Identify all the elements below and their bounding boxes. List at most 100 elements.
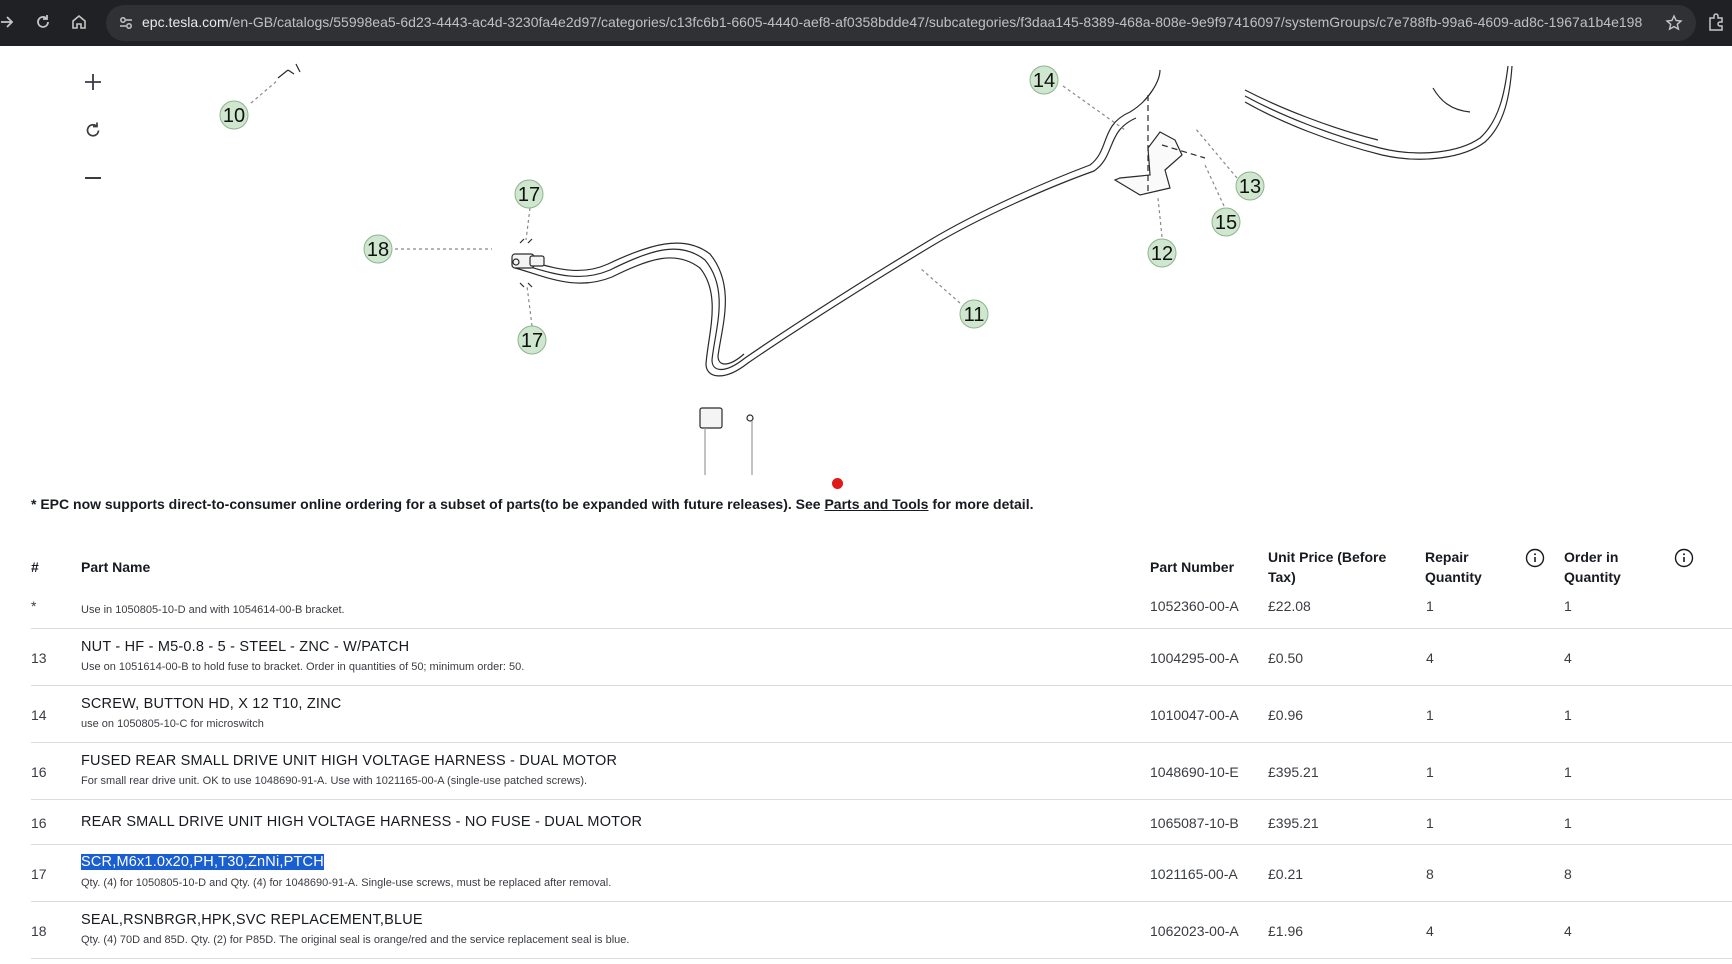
table-row[interactable]: * Use in 1050805-10-D and with 1054614-0… bbox=[31, 596, 1732, 629]
bookmark-button[interactable] bbox=[1664, 13, 1684, 33]
repair-qty: 4 bbox=[1426, 650, 1434, 666]
order-qty[interactable]: 4 bbox=[1564, 923, 1572, 939]
unit-price: £0.96 bbox=[1268, 707, 1304, 723]
unit-price: £395.21 bbox=[1268, 815, 1319, 831]
svg-text:13: 13 bbox=[1239, 176, 1261, 198]
svg-text:17: 17 bbox=[518, 184, 540, 206]
order-qty[interactable]: 1 bbox=[1564, 764, 1572, 780]
harness-cable bbox=[514, 69, 1161, 371]
harness-cable bbox=[1244, 65, 1513, 160]
part-number[interactable]: 1021165-00-A bbox=[1150, 866, 1238, 882]
col-header-unit-price: Unit Price (Before Tax) bbox=[1268, 547, 1386, 587]
reload-icon bbox=[37, 15, 49, 28]
svg-text:17: 17 bbox=[521, 330, 543, 352]
part-number[interactable]: 1004295-00-A bbox=[1150, 650, 1239, 666]
unit-price: £1.96 bbox=[1268, 923, 1304, 939]
browser-toolbar: epc.tesla.com/en-GB/catalogs/55998ea5-6d… bbox=[0, 0, 1732, 46]
fastener bbox=[277, 63, 301, 79]
row-num: 16 bbox=[31, 815, 47, 831]
part-name: FUSED REAR SMALL DRIVE UNIT HIGH VOLTAGE… bbox=[81, 753, 618, 769]
repair-qty: 1 bbox=[1426, 815, 1434, 831]
order-qty[interactable]: 1 bbox=[1564, 707, 1572, 723]
col-header-num: # bbox=[31, 559, 39, 575]
table-row[interactable]: 13 NUT - HF - M5-0.8 - 5 - STEEL - ZNC -… bbox=[31, 629, 1732, 686]
svg-text:11: 11 bbox=[964, 304, 985, 326]
part-description: Use on 1051614-00-B to hold fuse to brac… bbox=[81, 661, 525, 673]
order-qty[interactable]: 4 bbox=[1564, 650, 1572, 666]
callout-10[interactable]: 10 bbox=[219, 100, 249, 130]
part-description: use on 1050805-10-C for microswitch bbox=[81, 718, 264, 730]
harness-cable bbox=[514, 117, 1137, 377]
callout-11[interactable]: 11 bbox=[959, 299, 989, 329]
parts-diagram[interactable]: 10 14 13 15 12 17 18 17 11 bbox=[0, 46, 1732, 476]
cursor-marker bbox=[832, 478, 843, 489]
col-header-order-qty: Order in Quantity bbox=[1564, 547, 1621, 587]
table-row[interactable]: 17 SCR,M6x1.0x20,PH,T30,ZnNi,PTCH Qty. (… bbox=[31, 845, 1732, 902]
puzzle-icon bbox=[1709, 13, 1723, 31]
notice-text-before: * EPC now supports direct-to-consumer on… bbox=[31, 496, 825, 512]
forward-button[interactable] bbox=[0, 7, 22, 37]
repair-qty: 4 bbox=[1426, 923, 1434, 939]
part-number[interactable]: 1048690-10-E bbox=[1150, 764, 1239, 780]
part-number[interactable]: 1010047-00-A bbox=[1150, 707, 1239, 723]
parts-table-body: * Use in 1050805-10-D and with 1054614-0… bbox=[0, 596, 1732, 964]
callout-15[interactable]: 15 bbox=[1211, 207, 1241, 237]
row-num: 18 bbox=[31, 923, 47, 939]
callout-17[interactable]: 17 bbox=[517, 325, 547, 355]
notice-text-after: for more detail. bbox=[928, 496, 1034, 512]
home-icon bbox=[72, 14, 86, 29]
col-header-repair-qty-line1: Repair bbox=[1425, 549, 1469, 565]
home-button[interactable] bbox=[64, 7, 94, 37]
harness-drawing: 10 14 13 15 12 17 18 17 11 bbox=[219, 63, 1513, 475]
order-qty[interactable]: 8 bbox=[1564, 866, 1572, 882]
col-header-unit-price-line1: Unit Price (Before bbox=[1268, 549, 1387, 565]
address-bar[interactable]: epc.tesla.com/en-GB/catalogs/55998ea5-6d… bbox=[106, 5, 1696, 41]
url-text[interactable]: epc.tesla.com/en-GB/catalogs/55998ea5-6d… bbox=[142, 14, 1642, 30]
url-host: epc.tesla.com bbox=[142, 14, 229, 30]
order-qty[interactable]: 1 bbox=[1564, 598, 1572, 614]
table-row[interactable]: 16 REAR SMALL DRIVE UNIT HIGH VOLTAGE HA… bbox=[31, 800, 1732, 845]
fastener bbox=[699, 407, 723, 429]
part-number[interactable]: 1065087-10-B bbox=[1150, 815, 1239, 831]
repair-qty: 1 bbox=[1426, 764, 1434, 780]
part-number[interactable]: 1052360-00-A bbox=[1150, 598, 1239, 614]
star-icon bbox=[1665, 14, 1683, 31]
unit-price: £22.08 bbox=[1268, 598, 1311, 614]
parts-and-tools-link[interactable]: Parts and Tools bbox=[824, 496, 928, 512]
part-description: Qty. (4) 70D and 85D. Qty. (2) for P85D.… bbox=[81, 934, 630, 946]
reload-button[interactable] bbox=[28, 7, 58, 37]
selected-text[interactable]: SCR,M6x1.0x20,PH,T30,ZnNi,PTCH bbox=[81, 854, 324, 870]
callout-17[interactable]: 17 bbox=[514, 179, 544, 209]
svg-text:10: 10 bbox=[223, 105, 245, 127]
svg-text:12: 12 bbox=[1151, 243, 1173, 265]
svg-text:14: 14 bbox=[1033, 70, 1055, 92]
parts-table-header: # Part Name Part Number Unit Price (Befo… bbox=[0, 540, 1732, 596]
col-header-part-name: Part Name bbox=[81, 559, 151, 575]
part-name: NUT - HF - M5-0.8 - 5 - STEEL - ZNC - W/… bbox=[81, 639, 410, 655]
info-icon[interactable] bbox=[1674, 548, 1694, 568]
svg-text:18: 18 bbox=[367, 239, 389, 261]
col-header-part-number: Part Number bbox=[1150, 559, 1235, 575]
table-row[interactable]: 14 SCREW, BUTTON HD, X 12 T10, ZINC use … bbox=[31, 686, 1732, 743]
callout-18[interactable]: 18 bbox=[363, 234, 393, 264]
extensions-button[interactable] bbox=[1704, 10, 1728, 34]
info-icon[interactable] bbox=[1525, 548, 1545, 568]
part-name: REAR SMALL DRIVE UNIT HIGH VOLTAGE HARNE… bbox=[81, 814, 643, 830]
callout-13[interactable]: 13 bbox=[1235, 171, 1265, 201]
unit-price: £0.50 bbox=[1268, 650, 1304, 666]
part-description: For small rear drive unit. OK to use 104… bbox=[81, 775, 588, 787]
col-header-order-qty-line1: Order in bbox=[1564, 549, 1619, 565]
part-number[interactable]: 1062023-00-A bbox=[1150, 923, 1239, 939]
repair-qty: 1 bbox=[1426, 598, 1434, 614]
callout-14[interactable]: 14 bbox=[1029, 65, 1059, 95]
callout-12[interactable]: 12 bbox=[1147, 238, 1177, 268]
order-qty[interactable]: 1 bbox=[1564, 815, 1572, 831]
part-name: SCR,M6x1.0x20,PH,T30,ZnNi,PTCH bbox=[81, 854, 324, 870]
site-settings-button[interactable] bbox=[116, 13, 136, 33]
part-description: Use in 1050805-10-D and with 1054614-00-… bbox=[81, 604, 345, 616]
row-num: 13 bbox=[31, 650, 47, 666]
table-row[interactable]: 18 SEAL,RSNBRGR,HPK,SVC REPLACEMENT,BLUE… bbox=[31, 902, 1732, 959]
table-row[interactable]: 16 FUSED REAR SMALL DRIVE UNIT HIGH VOLT… bbox=[31, 743, 1732, 800]
part-name: SEAL,RSNBRGR,HPK,SVC REPLACEMENT,BLUE bbox=[81, 912, 423, 928]
row-num: 17 bbox=[31, 866, 47, 882]
